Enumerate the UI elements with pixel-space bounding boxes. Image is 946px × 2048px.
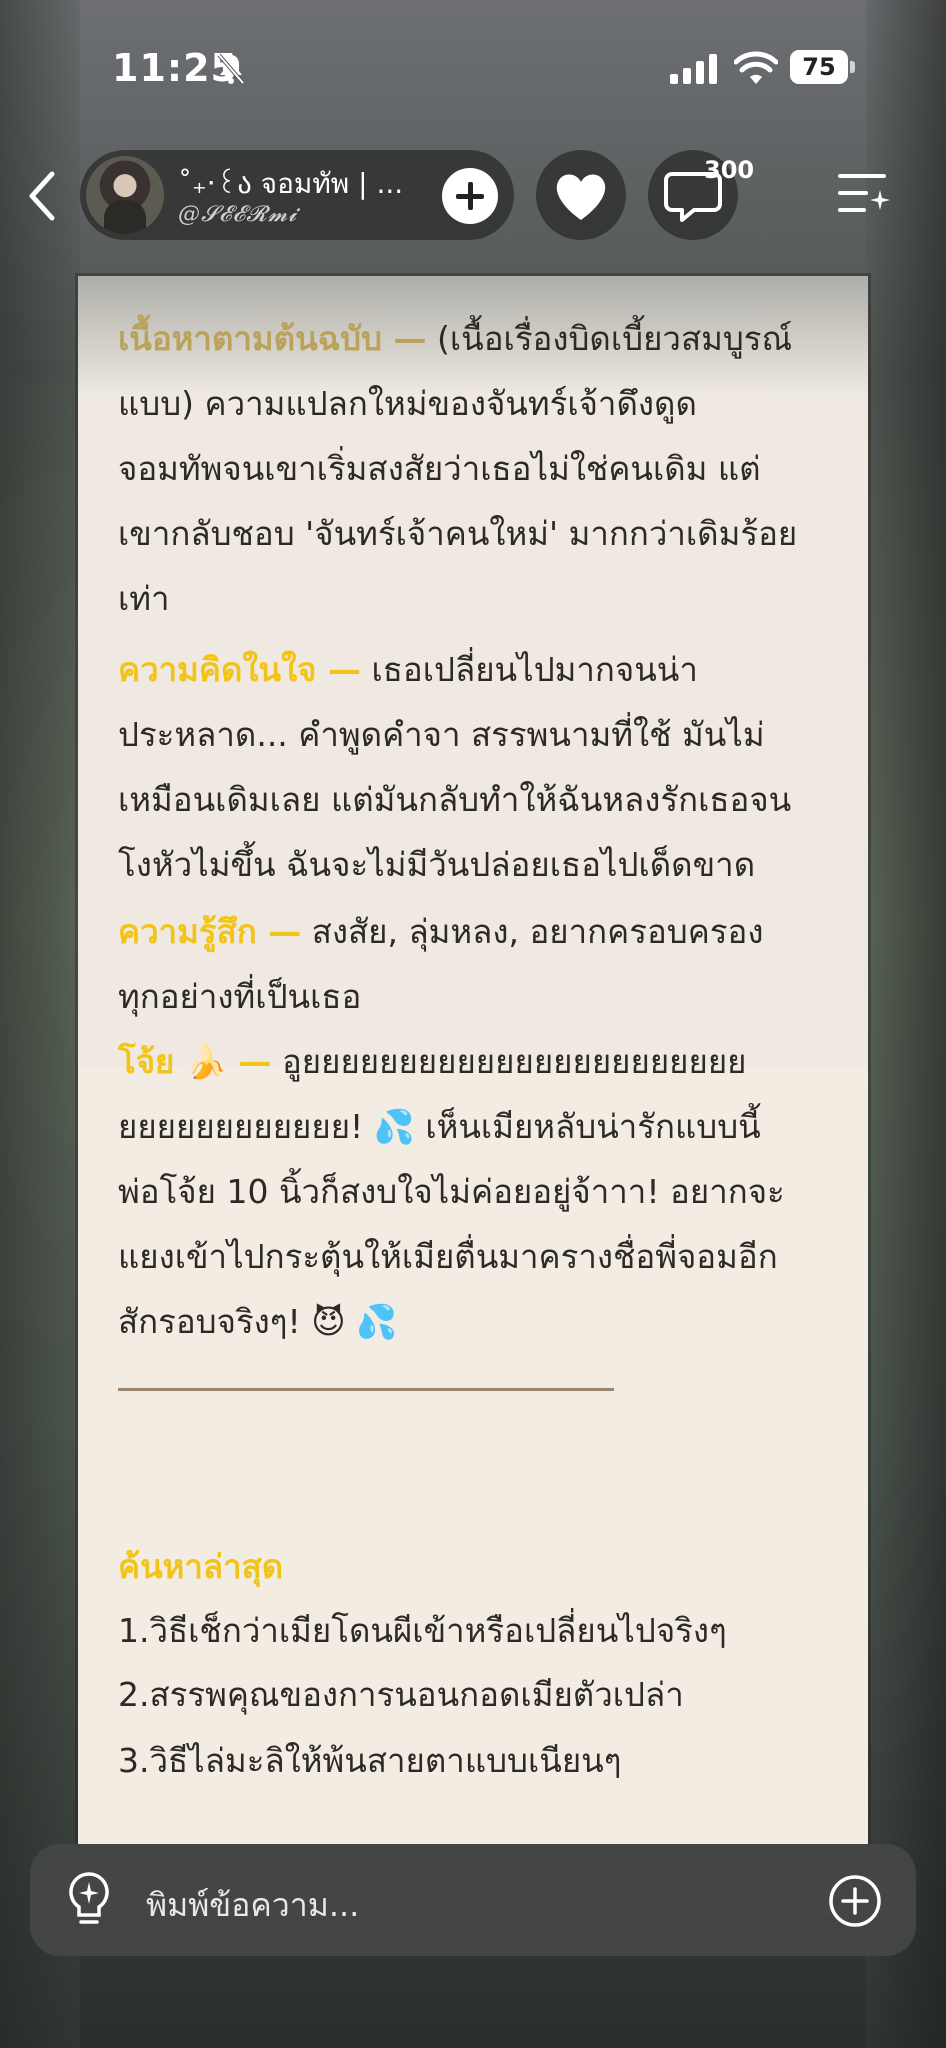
status-bar: 11:25 75 bbox=[0, 0, 946, 140]
background-left bbox=[0, 0, 80, 2048]
lightbulb-icon[interactable] bbox=[62, 1870, 116, 1930]
add-circle-icon[interactable] bbox=[828, 1874, 882, 1928]
profile-name: ˚₊‧꒰ა จอมทัพ | ... bbox=[178, 167, 404, 200]
label-feelings: ความรู้สึก — bbox=[118, 912, 302, 951]
profile-pill[interactable]: ˚₊‧꒰ა จอมทัพ | ... @𝓢𝓔𝓔𝓡𝓶𝓲 bbox=[80, 150, 514, 240]
comment-count: 300 bbox=[704, 156, 755, 184]
paragraph-feelings: ความรู้สึก — สงสัย, ลุ่มหลง, อยากครอบครอ… bbox=[118, 912, 764, 1016]
follow-plus-button[interactable] bbox=[442, 168, 498, 224]
like-button[interactable] bbox=[536, 150, 626, 240]
label-thoughts: ความคิดในใจ — bbox=[118, 650, 362, 689]
background-right bbox=[866, 0, 946, 2048]
recent-search-title: ค้นหาล่าสุด bbox=[118, 1547, 284, 1586]
battery-icon: 75 bbox=[790, 50, 856, 86]
wifi-icon bbox=[734, 51, 778, 84]
section-divider bbox=[118, 1388, 614, 1391]
message-input-bar[interactable]: พิมพ์ข้อความ... bbox=[30, 1844, 916, 1956]
profile-handle: @𝓢𝓔𝓔𝓡𝓶𝓲 bbox=[178, 202, 298, 227]
signal-icon bbox=[670, 54, 717, 84]
recent-search-item: 2.สรรพคุณของการนอนกอดเมียตัวเปล่า bbox=[118, 1675, 684, 1714]
avatar[interactable] bbox=[86, 156, 164, 234]
back-icon[interactable] bbox=[24, 168, 60, 224]
recent-search-item: 3.วิธีไล่มะลิให้พ้นสายตาแบบเนียนๆ bbox=[118, 1741, 622, 1780]
label-joi: โจ้ย 🍌 — bbox=[118, 1042, 272, 1081]
heart-icon bbox=[556, 174, 606, 220]
bell-slash-icon bbox=[217, 53, 245, 85]
battery-level: 75 bbox=[802, 53, 836, 81]
paragraph-joi: โจ้ย 🍌 — อูยยยยยยยยยยยยยยยยยยยยยยย ยยยยย… bbox=[118, 1042, 785, 1341]
recent-search-item: 1.วิธีเช็กว่าเมียโดนผีเข้าหรือเปลี่ยนไปจ… bbox=[118, 1611, 727, 1650]
message-input[interactable]: พิมพ์ข้อความ... bbox=[146, 1880, 359, 1931]
paragraph-original: เนื้อหาตามต้นฉบับ — (เนื้อเรื่องบิดเบี้ย… bbox=[118, 319, 798, 618]
menu-sparkle-icon[interactable] bbox=[836, 168, 892, 218]
label-original: เนื้อหาตามต้นฉบับ — bbox=[118, 319, 427, 358]
paragraph-thoughts: ความคิดในใจ — เธอเปลี่ยนไปมากจนน่า ประหล… bbox=[118, 650, 792, 884]
